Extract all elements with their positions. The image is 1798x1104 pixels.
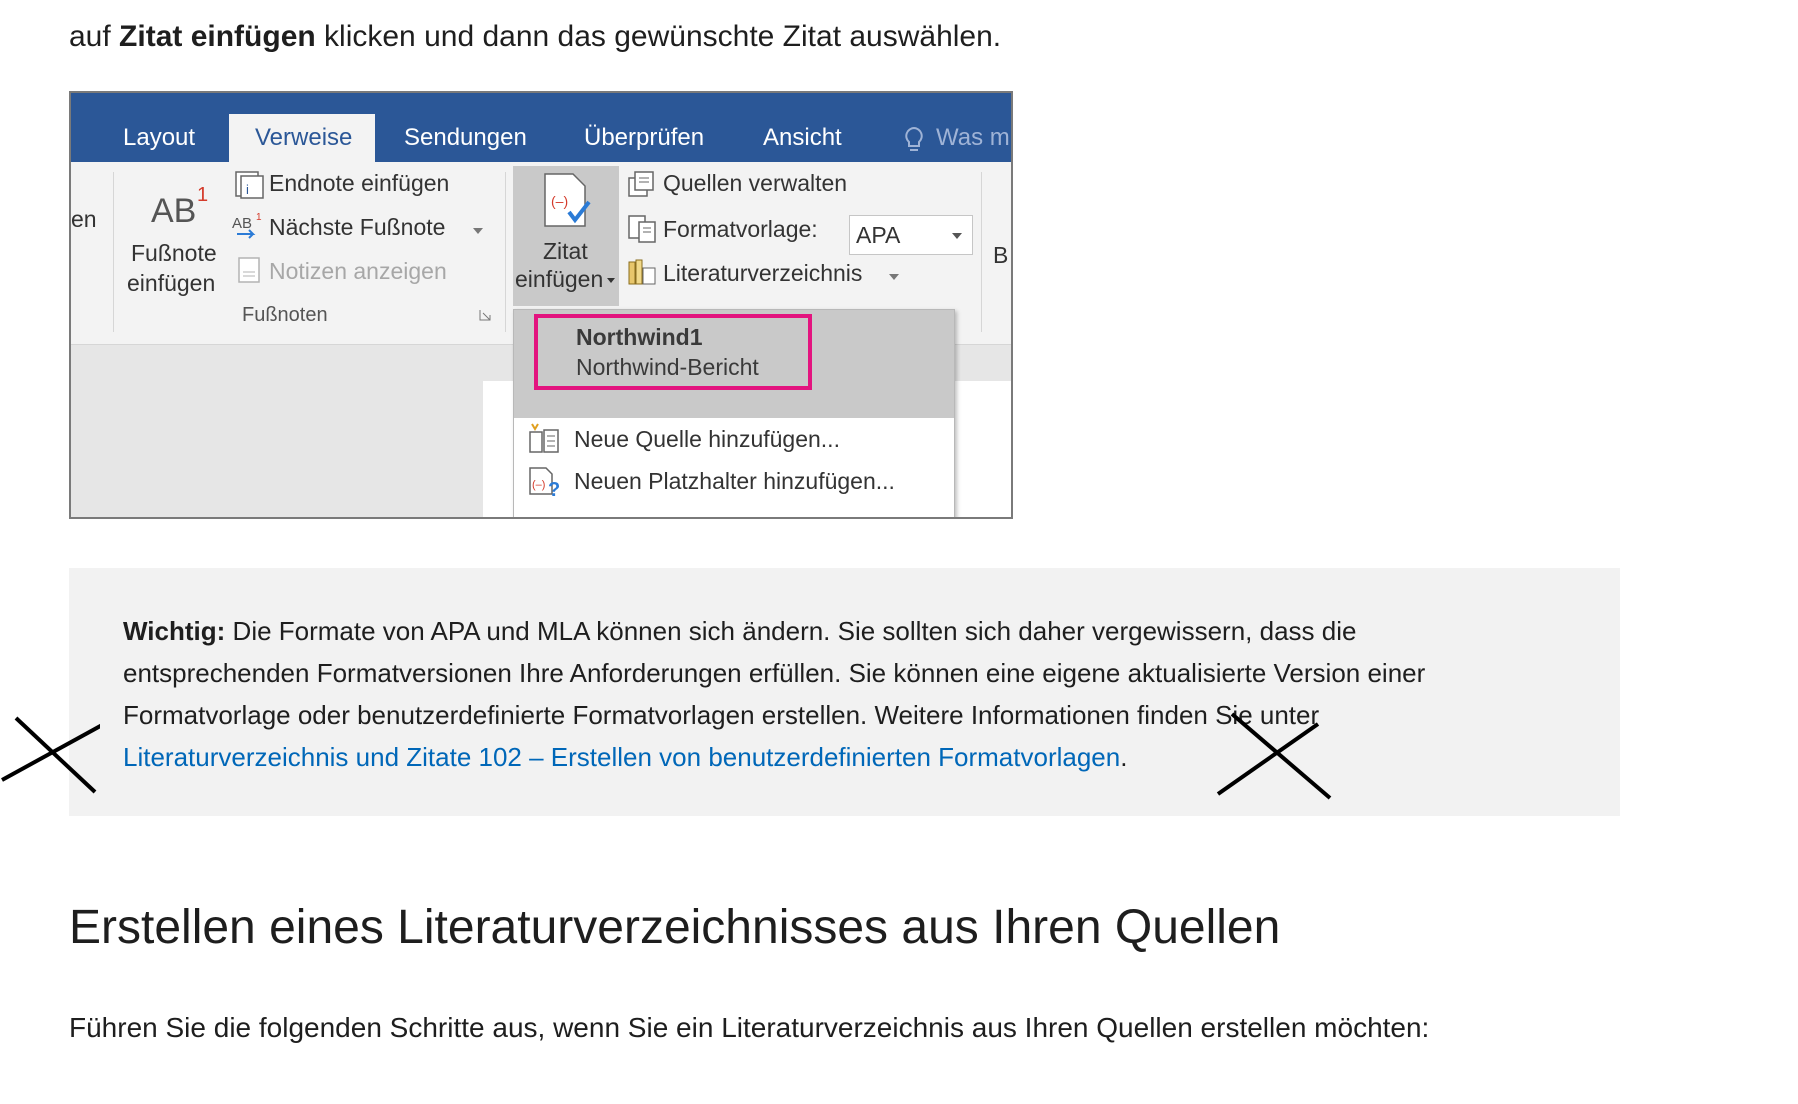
footnote-icon-text: AB [151,192,197,230]
citation-dropdown-menu: Northwind1 Northwind-Bericht Neue Quelle… [513,309,955,517]
intro-text: auf Zitat einfügen klicken und dann das … [69,18,1001,56]
section-heading: Erstellen eines Literaturverzeichnisses … [69,901,1281,954]
right-cut-label: B [993,242,1009,268]
ribbon-separator [113,172,114,332]
svg-text:AB: AB [232,215,252,232]
show-notes-icon [238,257,260,283]
intro-prefix: auf [69,20,120,53]
highlight-box [534,314,812,390]
next-footnote-dropdown-arrow[interactable] [473,228,483,234]
custom-styles-link[interactable]: Literaturverzeichnis und Zitate 102 – Er… [123,742,1120,772]
tab-ueberpruefen[interactable]: Überprüfen [584,114,704,162]
left-cut-label: en [71,206,97,232]
note-label: Wichtig: [123,616,226,646]
style-select-value: APA [856,222,901,248]
bibliography-dropdown-arrow[interactable] [889,274,899,280]
cross-mark [1216,712,1332,800]
ribbon-separator [981,172,982,332]
dialog-launcher-icon[interactable] [478,308,492,322]
show-notes-button[interactable]: Notizen anzeigen [269,258,447,285]
placeholder-icon: (–) ? [529,467,560,498]
citation-dropdown-arrow[interactable] [607,278,615,283]
endnote-icon: i [235,171,264,199]
ribbon-tabbar: Layout Verweise Sendungen Überprüfen Ans… [71,93,1011,162]
svg-text:1: 1 [256,212,262,223]
intro-bold: Zitat einfügen [119,20,316,53]
citation-button-line2[interactable]: einfügen [515,266,603,293]
footnote-icon-superscript: 1 [197,184,209,206]
style-icon [628,215,656,243]
footnote-button-line2[interactable]: einfügen [127,270,215,297]
bibliography-button[interactable]: Literaturverzeichnis [663,260,862,287]
svg-text:i: i [246,182,249,197]
insert-endnote-button[interactable]: Endnote einfügen [269,170,449,197]
citation-button-line1[interactable]: Zitat [543,238,588,265]
add-placeholder-item[interactable]: Neuen Platzhalter hinzufügen... [574,468,895,495]
bibliography-icon [628,259,656,285]
manage-sources-icon [628,171,654,197]
tab-verweise[interactable]: Verweise [229,114,375,162]
style-label: Formatvorlage: [663,216,818,242]
note-end: . [1120,742,1128,772]
ribbon-separator [505,172,506,332]
svg-text:?: ? [548,479,560,498]
citation-icon: (–) [544,173,591,227]
svg-text:(–): (–) [532,479,545,491]
new-source-icon [529,423,559,453]
tell-me-search[interactable]: Was m [936,114,1010,162]
style-select[interactable]: APA [849,215,973,255]
chevron-down-icon [952,233,962,239]
manage-sources-button[interactable]: Quellen verwalten [663,170,847,197]
add-new-source-item[interactable]: Neue Quelle hinzufügen... [574,426,840,453]
section-paragraph: Führen Sie die folgenden Schritte aus, w… [69,1012,1430,1043]
svg-text:(–): (–) [551,193,568,209]
tab-sendungen[interactable]: Sendungen [404,114,527,162]
tab-ansicht[interactable]: Ansicht [763,114,842,162]
intro-suffix: klicken und dann das gewünschte Zitat au… [315,20,1002,53]
ribbon-screenshot: Layout Verweise Sendungen Überprüfen Ans… [69,91,1013,519]
lightbulb-icon [905,126,923,151]
next-footnote-icon: AB 1 [232,212,262,239]
footnote-button-line1[interactable]: Fußnote [131,240,217,267]
tab-layout[interactable]: Layout [123,114,195,162]
important-note: Wichtig: Die Formate von APA und MLA kön… [69,568,1620,816]
footnotes-group-label: Fußnoten [242,304,328,326]
cross-mark [1,716,100,794]
insert-footnote-icon[interactable]: AB 1 [151,184,221,234]
next-footnote-button[interactable]: Nächste Fußnote [269,214,445,241]
